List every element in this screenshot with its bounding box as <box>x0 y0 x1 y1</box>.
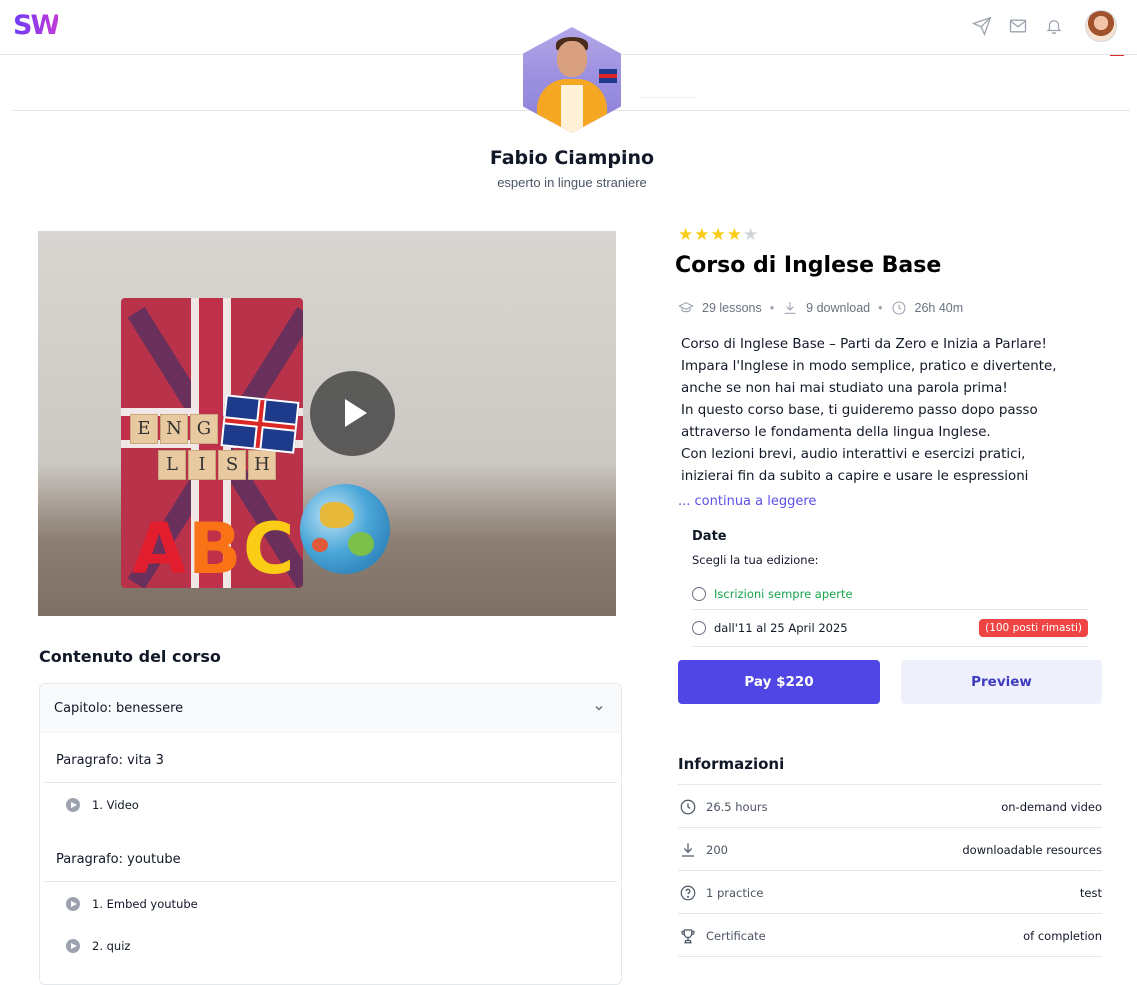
preview-button[interactable]: Preview <box>901 660 1102 704</box>
info-row-resources: 200 downloadable resources <box>678 827 1102 871</box>
lesson-item[interactable]: 1. Video <box>66 798 139 812</box>
tile: S <box>218 450 246 480</box>
star-icon: ★ <box>710 225 726 244</box>
question-icon <box>678 883 698 903</box>
star-icon: ★ <box>726 225 742 244</box>
chapter-title: Capitolo: benessere <box>54 700 184 716</box>
lesson-label: 1. Embed youtube <box>92 897 198 911</box>
logo[interactable]: SW <box>13 10 60 41</box>
info-row-video: 26.5 hours on-demand video <box>678 784 1102 828</box>
letter-a: A <box>132 508 187 590</box>
user-avatar[interactable] <box>1085 10 1117 42</box>
divider <box>44 782 617 783</box>
trophy-icon <box>678 926 698 946</box>
lessons-count: 29 lessons <box>702 301 762 315</box>
chapter-header[interactable]: Capitolo: benessere <box>40 684 621 733</box>
description-line: Corso di Inglese Base – Parti da Zero e … <box>681 337 1047 352</box>
edition-label: dall'11 al 25 April 2025 <box>714 621 848 635</box>
tile: I <box>188 450 216 480</box>
star-icon: ★ <box>694 225 710 244</box>
info-title: Informazioni <box>678 755 785 773</box>
divider <box>678 956 1102 957</box>
download-count: 9 download <box>806 301 871 315</box>
rating-stars: ★ ★ ★ ★ ★ <box>678 226 758 243</box>
bell-icon[interactable] <box>1043 15 1065 37</box>
info-label: on-demand video <box>1001 799 1102 814</box>
course-description: Corso di Inglese Base – Parti da Zero e … <box>681 334 1091 488</box>
info-row-practice: 1 practice test <box>678 870 1102 914</box>
lesson-item[interactable]: 2. quiz <box>66 939 130 953</box>
pay-button[interactable]: Pay $220 <box>678 660 880 704</box>
dates-subtitle: Scegli la tua edizione: <box>692 553 819 567</box>
seats-badge: (100 posti rimasti) <box>979 619 1088 637</box>
divider <box>44 881 617 882</box>
tile: H <box>248 450 276 480</box>
chevron-down-icon <box>595 705 603 711</box>
play-circle-icon <box>66 897 80 911</box>
description-line: In questo corso base, ti guideremo passo… <box>681 403 1038 418</box>
instructor-name: Fabio Ciampino <box>489 147 655 169</box>
description-line: attraverso le fondamenta della lingua In… <box>681 425 991 440</box>
info-value: 1 practice <box>706 885 764 900</box>
mail-icon[interactable] <box>1007 15 1029 37</box>
download-icon <box>784 302 796 314</box>
tile: N <box>160 414 188 444</box>
course-meta: 29 lessons • 9 download • 26h 40m <box>678 300 963 316</box>
course-content-accordion: Capitolo: benessere Paragrafo: vita 3 1.… <box>39 683 622 985</box>
lesson-label: 2. quiz <box>92 939 131 953</box>
top-icons <box>971 10 1117 42</box>
tile: L <box>158 450 186 480</box>
letter-c: C <box>243 508 295 590</box>
star-icon: ★ <box>743 225 759 244</box>
read-more-link[interactable]: ... continua a leggere <box>678 494 816 509</box>
send-icon[interactable] <box>971 15 993 37</box>
description-line: Con lezioni brevi, audio interattivi e e… <box>681 447 1026 462</box>
edition-option-open[interactable]: Iscrizioni sempre aperte <box>692 576 1088 612</box>
globe-image <box>300 484 390 574</box>
letter-b: B <box>188 508 242 590</box>
star-icon: ★ <box>678 225 694 244</box>
tile: E <box>130 414 158 444</box>
info-label: test <box>1079 885 1102 900</box>
play-circle-icon <box>66 798 80 812</box>
info-value: 26.5 hours <box>706 799 768 814</box>
radio-button[interactable] <box>692 621 706 635</box>
info-label: of completion <box>1023 928 1102 943</box>
clock-icon <box>678 797 698 817</box>
tile: G <box>190 414 218 444</box>
edition-label: Iscrizioni sempre aperte <box>714 587 853 601</box>
dates-title: Date <box>692 529 727 544</box>
clock-icon <box>891 301 906 315</box>
instructor-role: esperto in lingue straniere <box>497 175 647 190</box>
description-line: Impara l'Inglese in modo semplice, prati… <box>681 359 1057 374</box>
divider <box>692 646 1088 647</box>
course-content-title: Contenuto del corso <box>39 647 221 666</box>
lesson-label: 1. Video <box>92 798 139 812</box>
radio-button[interactable] <box>692 587 706 601</box>
paragraph-title: Paragrafo: vita 3 <box>56 753 164 768</box>
lesson-item[interactable]: 1. Embed youtube <box>66 897 198 911</box>
course-title: Corso di Inglese Base <box>675 253 942 278</box>
description-line: anche se non hai mai studiato una parola… <box>681 381 1008 396</box>
download-icon <box>678 840 698 860</box>
description-line: inizierai fin da subito a capire e usare… <box>681 469 1029 484</box>
course-video-thumbnail[interactable]: E N G L I S H A B C <box>38 231 616 616</box>
info-row-certificate: Certificate of completion <box>678 913 1102 957</box>
graduation-cap-icon <box>678 302 694 313</box>
paragraph-title: Paragrafo: youtube <box>56 852 181 867</box>
info-label: downloadable resources <box>962 842 1102 857</box>
info-value: Certificate <box>706 928 766 943</box>
uk-flag-image <box>220 394 300 454</box>
play-circle-icon <box>66 939 80 953</box>
info-value: 200 <box>706 842 728 857</box>
edition-option-april[interactable]: dall'11 al 25 April 2025 (100 posti rima… <box>692 610 1088 646</box>
play-icon[interactable] <box>310 371 395 456</box>
course-duration: 26h 40m <box>914 301 964 315</box>
